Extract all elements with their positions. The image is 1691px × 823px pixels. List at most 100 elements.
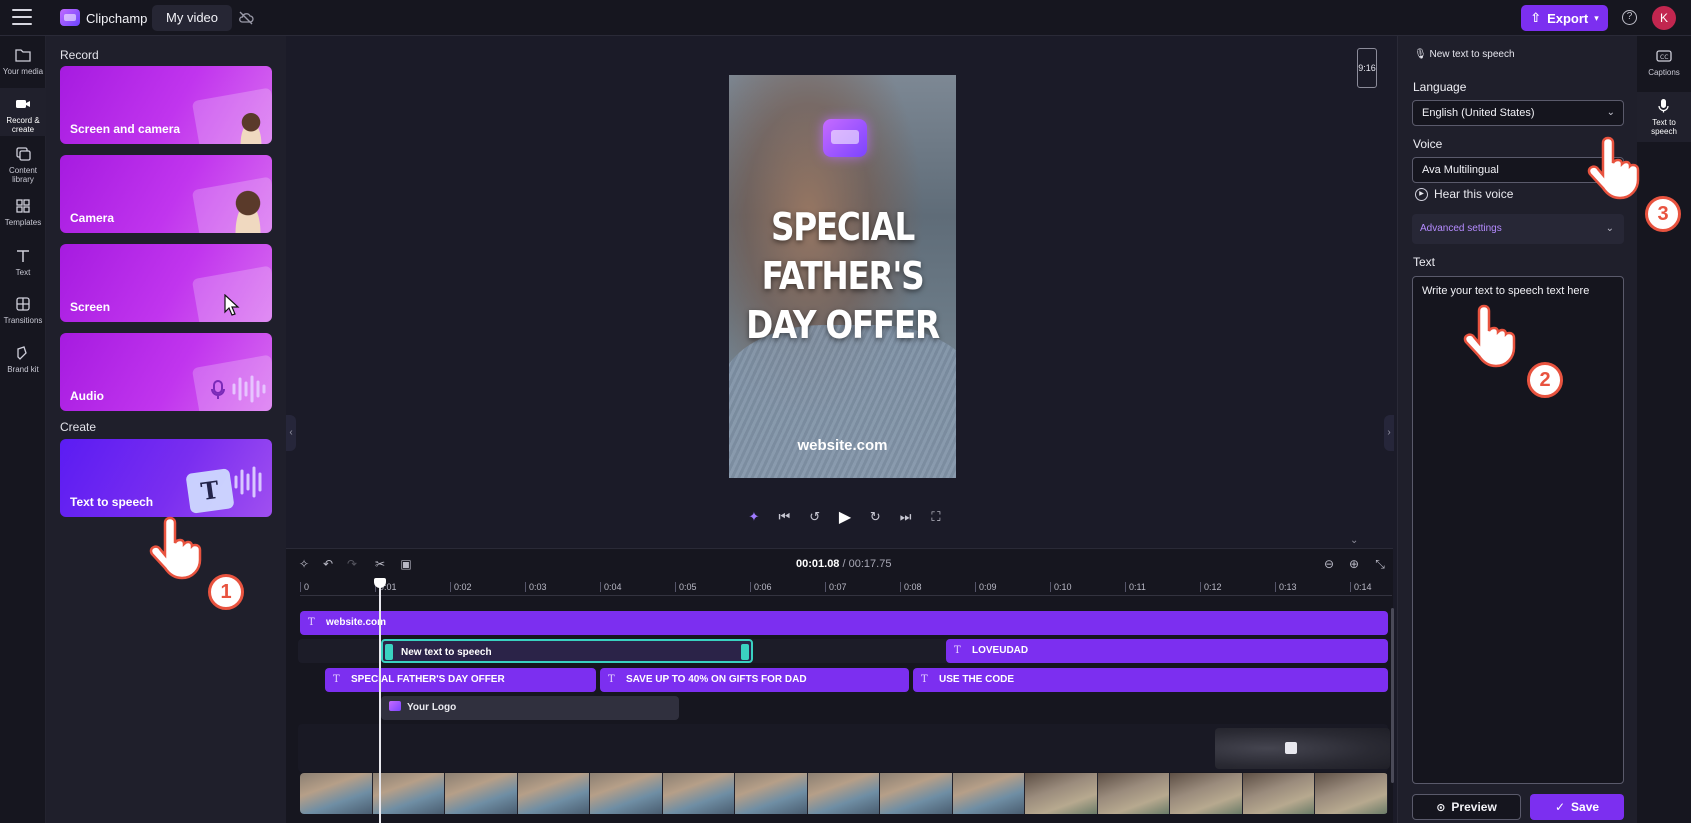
text-clip-lovedad[interactable]: T LOVEUDAD	[946, 639, 1388, 663]
video-frame	[880, 773, 953, 814]
check-icon: ✓	[1554, 800, 1566, 814]
text-icon: T	[308, 617, 315, 628]
nav-label: Transitions	[3, 316, 43, 325]
playback-controls: ✦ ⏮ ↺ ▶ ↻ ⏭ ⛶	[745, 506, 945, 528]
play-circle-icon: ▶	[1415, 187, 1428, 201]
undo-icon[interactable]: ↶	[320, 556, 336, 572]
top-bar: Clipchamp My video ⇧ Export ▾ ? K	[0, 0, 1691, 36]
create-heading: Create	[60, 420, 97, 434]
pointing-hand-icon	[1463, 304, 1516, 368]
nav-your-media[interactable]: Your media	[0, 47, 46, 76]
play-icon[interactable]: ▶	[836, 508, 854, 526]
nav-content-library[interactable]: Content library	[0, 146, 46, 184]
cursor-icon	[224, 294, 240, 316]
ruler-tick: 0:13	[1275, 582, 1297, 592]
nav-label: Brand kit	[7, 365, 39, 374]
nav-text[interactable]: Text	[0, 248, 46, 277]
screen-and-camera-card[interactable]: Screen and camera	[60, 66, 272, 144]
export-button[interactable]: ⇧ Export ▾	[1521, 5, 1608, 31]
magic-edit-icon[interactable]: ✦	[745, 508, 763, 526]
trim-handle-right[interactable]	[741, 644, 749, 660]
camera-card[interactable]: Camera	[60, 155, 272, 233]
logo-clip[interactable]: Your Logo	[381, 696, 679, 720]
export-label: Export	[1547, 10, 1589, 26]
skip-back-icon[interactable]: ⏮	[775, 508, 793, 526]
nav-transitions[interactable]: Transitions	[0, 296, 46, 325]
save-button[interactable]: ✓ Save	[1530, 794, 1624, 820]
templates-icon	[16, 199, 30, 213]
upload-icon: ⇧	[1530, 10, 1542, 25]
card-label: Audio	[70, 389, 104, 403]
zoom-in-icon[interactable]: ⊕	[1346, 556, 1362, 572]
avatar[interactable]: K	[1652, 6, 1676, 30]
video-preview[interactable]: SPECIAL FATHER'S DAY OFFER website.com	[729, 75, 956, 478]
text-clip-use-code[interactable]: T USE THE CODE	[913, 668, 1388, 692]
text-clip-save-40[interactable]: T SAVE UP TO 40% ON GIFTS FOR DAD	[600, 668, 909, 692]
tts-clip-selected[interactable]: New text to speech	[381, 639, 753, 663]
hear-voice-label: Hear this voice	[1434, 187, 1514, 201]
nav-templates[interactable]: Templates	[0, 198, 46, 227]
advanced-settings-toggle[interactable]: Advanced settings ⌄	[1412, 214, 1624, 244]
library-icon	[16, 147, 31, 161]
delete-icon[interactable]: ▣	[398, 556, 414, 572]
trim-handle-left[interactable]	[385, 644, 393, 660]
save-label: Save	[1571, 800, 1600, 814]
video-frame	[1097, 773, 1171, 814]
language-value: English (United States)	[1422, 107, 1535, 119]
magic-wand-icon[interactable]: ✧	[296, 556, 312, 572]
clipchamp-logo-icon	[60, 9, 80, 26]
step-badge-3: 3	[1645, 196, 1681, 232]
chevron-down-icon: ▾	[1594, 12, 1599, 23]
hear-voice-button[interactable]: ▶ Hear this voice	[1415, 187, 1513, 201]
chevron-down-icon: ⌄	[1606, 107, 1615, 118]
pointing-hand-icon	[1587, 136, 1640, 200]
collapse-left-panel-button[interactable]: ‹	[286, 415, 296, 451]
transition-icon	[1285, 742, 1297, 754]
audio-card[interactable]: Audio	[60, 333, 272, 411]
svg-text:CC: CC	[1660, 54, 1668, 61]
text-to-speech-card[interactable]: T Text to speech	[60, 439, 272, 517]
timeline-scrollbar[interactable]	[1391, 608, 1394, 783]
language-select[interactable]: English (United States) ⌄	[1412, 100, 1624, 126]
help-icon[interactable]: ?	[1622, 10, 1637, 25]
playhead[interactable]	[374, 578, 386, 823]
time-ruler[interactable]: 0 0:01 0:02 0:03 0:04 0:05 0:06 0:07 0:0…	[300, 582, 1392, 596]
video-name-field[interactable]: My video	[152, 5, 233, 31]
step-badge-2: 2	[1527, 362, 1563, 398]
fit-timeline-icon[interactable]: ⤡	[1372, 556, 1388, 572]
forward-5-icon[interactable]: ↻	[866, 508, 884, 526]
aspect-ratio-button[interactable]: 9:16	[1357, 48, 1377, 88]
ruler-tick: 0	[300, 582, 309, 592]
captions-icon: CC	[1656, 50, 1672, 62]
text-icon: T	[608, 674, 615, 685]
ruler-tick: 0:12	[1200, 582, 1222, 592]
nav-brand-kit[interactable]: Brand kit	[0, 345, 46, 374]
preview-button[interactable]: ⊙ Preview	[1412, 794, 1521, 820]
tts-panel-title: 🎙︎ New text to speech	[1414, 49, 1515, 60]
card-label: Screen	[70, 300, 111, 314]
tts-title-text: New text to speech	[1429, 49, 1515, 60]
screen-card[interactable]: Screen	[60, 244, 272, 322]
text-clip-website[interactable]: Twebsite.com	[300, 611, 1388, 635]
nav-record-create[interactable]: Record & create	[0, 88, 46, 136]
zoom-out-icon[interactable]: ⊖	[1321, 556, 1337, 572]
video-clip-filmstrip[interactable]	[300, 773, 1388, 814]
redo-icon[interactable]: ↷	[344, 556, 360, 572]
skip-forward-icon[interactable]: ⏭	[897, 508, 915, 526]
collapse-right-panel-button[interactable]: ›	[1384, 415, 1394, 451]
text-icon: T	[954, 645, 961, 656]
fullscreen-icon[interactable]: ⛶	[927, 508, 945, 526]
video-frame	[662, 773, 736, 814]
nav-captions[interactable]: CC Captions	[1637, 48, 1691, 77]
record-heading: Record	[60, 48, 99, 62]
collapse-timeline-icon[interactable]: ⌄	[1350, 535, 1358, 546]
menu-icon[interactable]	[12, 9, 32, 25]
transition-clip[interactable]	[1215, 728, 1390, 769]
text-clip-special-offer[interactable]: T SPECIAL FATHER'S DAY OFFER	[325, 668, 596, 692]
rewind-5-icon[interactable]: ↺	[806, 508, 824, 526]
brand-name: Clipchamp	[86, 11, 148, 26]
cloud-off-icon[interactable]	[238, 10, 254, 26]
voice-value: Ava Multilingual	[1422, 164, 1499, 176]
split-icon[interactable]: ✂	[372, 556, 388, 572]
preview-headline: SPECIAL FATHER'S DAY OFFER	[746, 205, 940, 347]
